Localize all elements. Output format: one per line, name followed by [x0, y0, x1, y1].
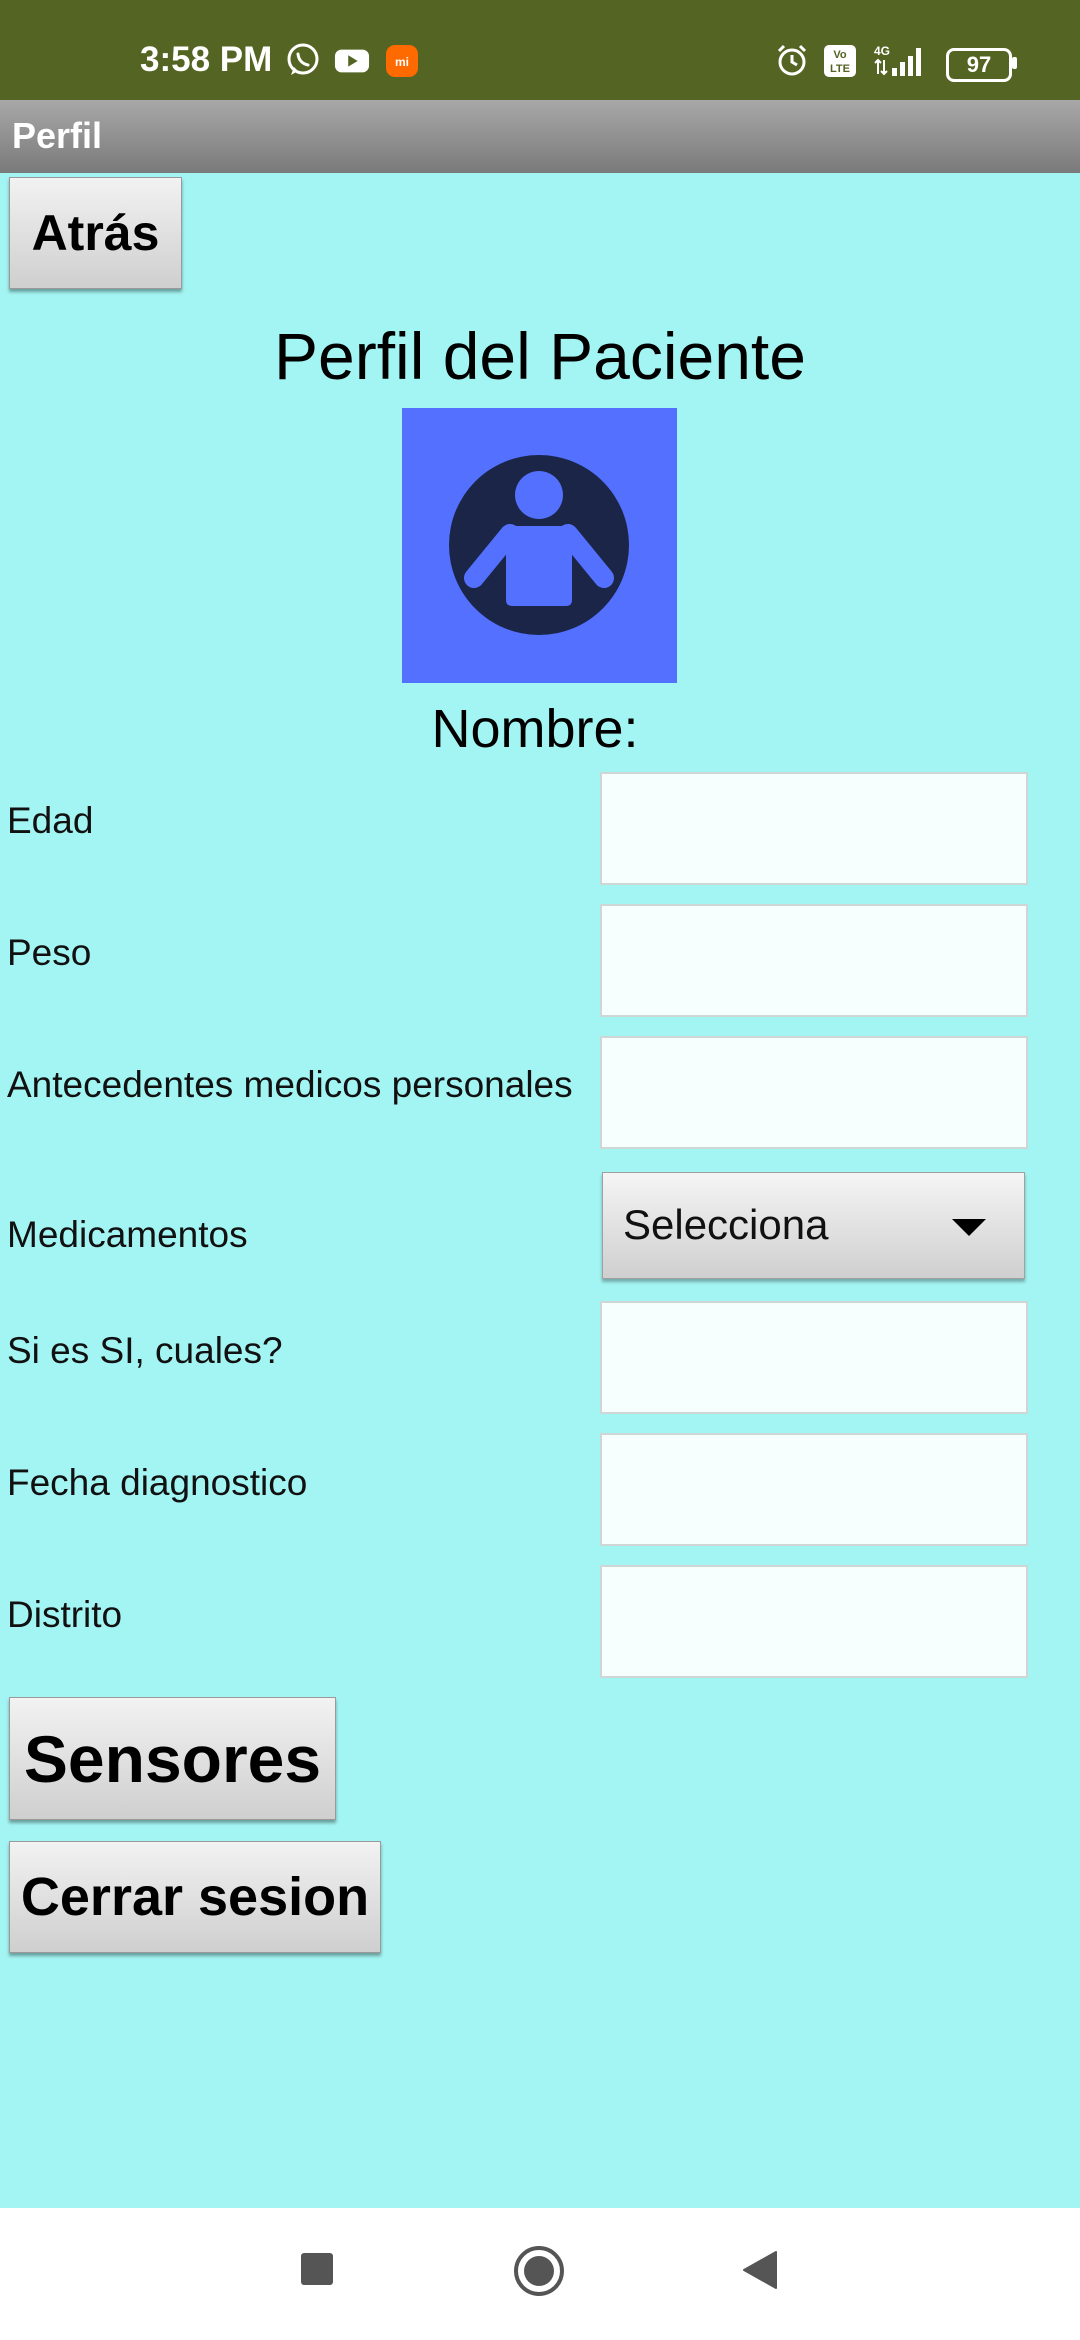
name-label: Nombre: [431, 699, 639, 759]
alarm-icon [777, 44, 807, 76]
screen-title: Perfil [12, 115, 103, 156]
person-avatar-icon [449, 455, 629, 635]
svg-text:LTE: LTE [830, 63, 850, 75]
svg-text:4G: 4G [874, 44, 890, 58]
which-ones-label: Si es SI, cuales? [7, 1330, 283, 1371]
which-ones-input[interactable] [600, 1301, 1028, 1414]
volte-icon: Vo LTE [824, 45, 856, 77]
status-bar: 3:58 PM mi Vo LTE 4G 97 [0, 0, 1080, 100]
whatsapp-icon [287, 43, 319, 75]
home-circle-icon[interactable] [512, 2244, 566, 2298]
back-triangle-icon[interactable] [742, 2250, 778, 2290]
signal-4g-icon: 4G [874, 44, 921, 76]
recents-square-icon[interactable] [300, 2252, 334, 2286]
battery-tip [1012, 57, 1017, 69]
logout-button[interactable]: Cerrar sesion [9, 1841, 381, 1953]
battery-icon: 97 [946, 48, 1012, 82]
svg-text:mi: mi [395, 55, 409, 69]
diagnosis-date-input[interactable] [600, 1433, 1028, 1546]
medications-selected: Selecciona [623, 1201, 829, 1248]
sensors-button[interactable]: Sensores [9, 1697, 336, 1820]
back-button[interactable]: Atrás [9, 177, 182, 289]
age-label: Edad [7, 800, 94, 841]
youtube-icon [334, 49, 370, 73]
page-title: Perfil del Paciente [274, 319, 806, 393]
weight-label: Peso [7, 932, 92, 973]
district-label: Distrito [7, 1594, 123, 1635]
medications-label: Medicamentos [7, 1214, 248, 1255]
svg-text:Vo: Vo [833, 49, 847, 61]
status-time: 3:58 PM [140, 40, 273, 79]
weight-input[interactable] [600, 904, 1028, 1017]
avatar [402, 408, 677, 683]
battery-level: 97 [966, 52, 992, 77]
age-input[interactable] [600, 772, 1028, 885]
dropdown-arrow-icon [952, 1219, 986, 1236]
mi-app-icon: mi [386, 45, 418, 77]
title-bar: Perfil [0, 100, 1080, 173]
medical-history-label: Antecedentes medicos personales [7, 1064, 573, 1105]
medications-dropdown[interactable]: Selecciona [602, 1172, 1025, 1279]
navigation-bar [0, 2208, 1080, 2340]
medical-history-input[interactable] [600, 1036, 1028, 1149]
district-input[interactable] [600, 1565, 1028, 1678]
diagnosis-date-label: Fecha diagnostico [7, 1462, 308, 1503]
